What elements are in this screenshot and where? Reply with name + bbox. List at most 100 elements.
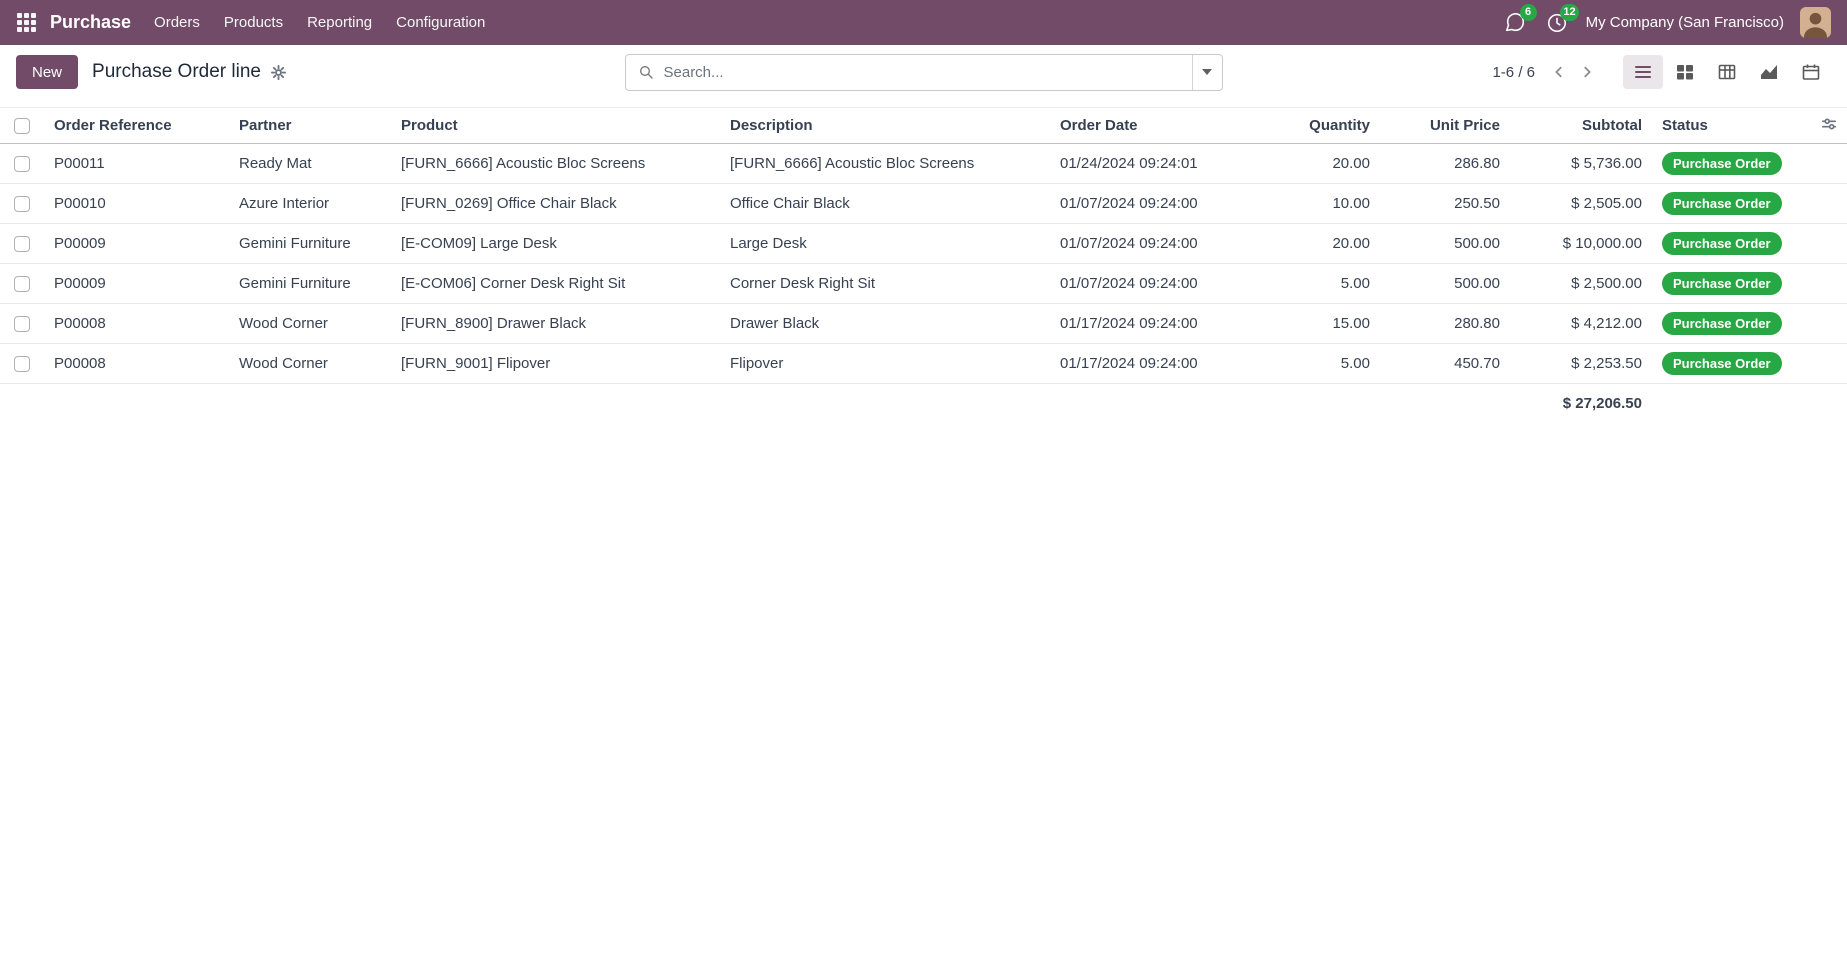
cell-description: Flipover: [720, 344, 1050, 384]
calendar-icon: [1801, 62, 1821, 82]
cell-unit_price: 500.00: [1380, 264, 1510, 304]
status-badge: Purchase Order: [1662, 312, 1782, 335]
status-badge: Purchase Order: [1662, 152, 1782, 175]
app-name[interactable]: Purchase: [50, 12, 131, 33]
cell-subtotal: $ 2,505.00: [1510, 184, 1652, 224]
cell-order_date: 01/17/2024 09:24:00: [1050, 344, 1240, 384]
cell-partner: Wood Corner: [229, 304, 391, 344]
column-header-order_reference[interactable]: Order Reference: [44, 108, 229, 144]
magnifier-icon: [638, 64, 654, 80]
cell-order_date: 01/07/2024 09:24:00: [1050, 264, 1240, 304]
cell-order_reference: P00008: [44, 304, 229, 344]
cell-subtotal: $ 2,500.00: [1510, 264, 1652, 304]
navbar-left: Purchase OrdersProductsReportingConfigur…: [8, 5, 496, 41]
view-settings-button[interactable]: [269, 63, 288, 82]
control-panel-right: 1-6 / 6: [1492, 55, 1831, 89]
table-row[interactable]: P00011Ready Mat[FURN_6666] Acoustic Bloc…: [0, 144, 1847, 184]
menu-item-products[interactable]: Products: [213, 7, 294, 38]
cell-quantity: 10.00: [1240, 184, 1380, 224]
view-switch-calendar[interactable]: [1791, 55, 1831, 89]
select-all-checkbox[interactable]: [14, 118, 30, 134]
cell-status: Purchase Order: [1652, 264, 1810, 304]
table-row[interactable]: P00009Gemini Furniture[E-COM09] Large De…: [0, 224, 1847, 264]
search-input[interactable]: [662, 63, 1192, 82]
row-select-cell: [0, 304, 44, 344]
row-checkbox[interactable]: [14, 156, 30, 172]
menu-item-reporting[interactable]: Reporting: [296, 7, 383, 38]
cell-description: Corner Desk Right Sit: [720, 264, 1050, 304]
row-checkbox[interactable]: [14, 236, 30, 252]
view-switch-graph[interactable]: [1749, 55, 1789, 89]
search-dropdown-toggle[interactable]: [1192, 55, 1222, 90]
list-icon: [1633, 62, 1653, 82]
footer-spacer: [0, 384, 1510, 424]
column-header-partner[interactable]: Partner: [229, 108, 391, 144]
cell-order_reference: P00010: [44, 184, 229, 224]
row-checkbox[interactable]: [14, 356, 30, 372]
row-checkbox[interactable]: [14, 316, 30, 332]
cell-order_date: 01/07/2024 09:24:00: [1050, 184, 1240, 224]
menu-item-orders[interactable]: Orders: [143, 7, 211, 38]
cell-order_reference: P00008: [44, 344, 229, 384]
cell-partner: Azure Interior: [229, 184, 391, 224]
cell-subtotal: $ 10,000.00: [1510, 224, 1652, 264]
top-navbar: Purchase OrdersProductsReportingConfigur…: [0, 0, 1847, 45]
chevron-down-icon: [1202, 69, 1212, 75]
list-view: Order ReferencePartnerProductDescription…: [0, 99, 1847, 424]
cell-product: [FURN_0269] Office Chair Black: [391, 184, 720, 224]
view-switch-kanban[interactable]: [1665, 55, 1705, 89]
cell-subtotal: $ 2,253.50: [1510, 344, 1652, 384]
column-header-order_date[interactable]: Order Date: [1050, 108, 1240, 144]
row-checkbox[interactable]: [14, 276, 30, 292]
avatar-image: [1800, 7, 1831, 38]
view-switcher: [1623, 55, 1831, 89]
user-avatar[interactable]: [1800, 7, 1831, 38]
graph-icon: [1759, 62, 1779, 82]
apps-grid-icon: [17, 13, 36, 32]
cell-product: [FURN_8900] Drawer Black: [391, 304, 720, 344]
pager-next-button[interactable]: [1573, 58, 1601, 86]
menu-item-configuration[interactable]: Configuration: [385, 7, 496, 38]
cell-unit_price: 286.80: [1380, 144, 1510, 184]
cell-unit_price: 280.80: [1380, 304, 1510, 344]
cell-product: [FURN_9001] Flipover: [391, 344, 720, 384]
apps-menu-button[interactable]: [8, 5, 44, 41]
table-row[interactable]: P00010Azure Interior[FURN_0269] Office C…: [0, 184, 1847, 224]
column-header-status[interactable]: Status: [1652, 108, 1810, 144]
column-header-product[interactable]: Product: [391, 108, 720, 144]
cell-description: [FURN_6666] Acoustic Bloc Screens: [720, 144, 1050, 184]
view-switch-pivot[interactable]: [1707, 55, 1747, 89]
control-panel-left: New Purchase Order line: [16, 55, 288, 89]
cell-product: [FURN_6666] Acoustic Bloc Screens: [391, 144, 720, 184]
cell-description: Large Desk: [720, 224, 1050, 264]
cell-order_reference: P00009: [44, 264, 229, 304]
status-badge: Purchase Order: [1662, 352, 1782, 375]
view-switch-list[interactable]: [1623, 55, 1663, 89]
row-select-cell: [0, 264, 44, 304]
cell-status: Purchase Order: [1652, 224, 1810, 264]
row-checkbox[interactable]: [14, 196, 30, 212]
activities-badge: 12: [1560, 4, 1578, 21]
table-footer-row: $ 27,206.50: [0, 384, 1847, 424]
row-select-cell: [0, 224, 44, 264]
table-row[interactable]: P00008Wood Corner[FURN_8900] Drawer Blac…: [0, 304, 1847, 344]
purchase-order-line-table: Order ReferencePartnerProductDescription…: [0, 107, 1847, 424]
table-row[interactable]: P00009Gemini Furniture[E-COM06] Corner D…: [0, 264, 1847, 304]
cell-partner: Wood Corner: [229, 344, 391, 384]
new-button[interactable]: New: [16, 55, 78, 89]
cell-product: [E-COM06] Corner Desk Right Sit: [391, 264, 720, 304]
cell-quantity: 20.00: [1240, 144, 1380, 184]
activities-button[interactable]: 12: [1544, 10, 1570, 36]
column-header-description[interactable]: Description: [720, 108, 1050, 144]
column-header-unit_price[interactable]: Unit Price: [1380, 108, 1510, 144]
column-header-subtotal[interactable]: Subtotal: [1510, 108, 1652, 144]
table-row[interactable]: P00008Wood Corner[FURN_9001] FlipoverFli…: [0, 344, 1847, 384]
optional-columns-toggle[interactable]: [1810, 108, 1847, 144]
pager-previous-button[interactable]: [1545, 58, 1573, 86]
pager-value: 1-6 / 6: [1492, 64, 1535, 81]
navbar-menu: OrdersProductsReportingConfiguration: [143, 7, 496, 38]
cell-order_date: 01/17/2024 09:24:00: [1050, 304, 1240, 344]
company-switcher[interactable]: My Company (San Francisco): [1586, 14, 1784, 31]
messages-button[interactable]: 6: [1502, 10, 1528, 36]
column-header-quantity[interactable]: Quantity: [1240, 108, 1380, 144]
